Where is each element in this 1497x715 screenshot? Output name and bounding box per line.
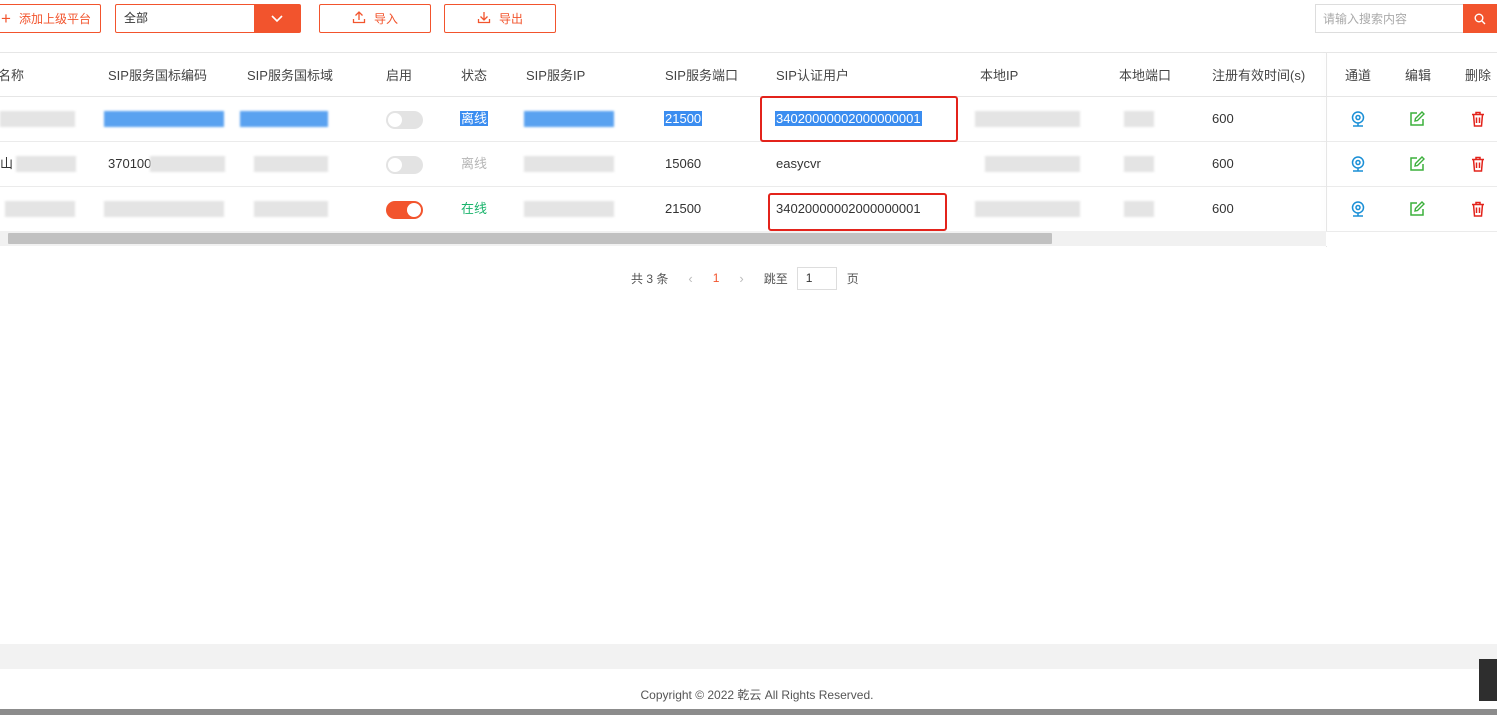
pagination: 共 3 条 ‹ 1 › 跳至 页 [631, 266, 859, 290]
chevron-down-icon[interactable] [254, 5, 300, 32]
footer-divider-bar [0, 644, 1497, 669]
upload-icon [352, 10, 366, 27]
header-local-port: 本地端口 [1119, 68, 1172, 83]
header-sip-domain: SIP服务国标域 [247, 68, 333, 83]
delete-icon[interactable] [1469, 200, 1487, 218]
sip-user: easycvr [776, 156, 821, 171]
highlight-box [760, 96, 958, 142]
table-header: 名称 SIP服务国标编码 SIP服务国标域 启用 状态 SIP服务IP SIP服… [0, 52, 1497, 97]
header-delete: 删除 [1465, 68, 1492, 83]
edit-icon[interactable] [1408, 155, 1426, 173]
pagination-page-suffix: 页 [846, 271, 859, 286]
scrollbar-spacer [1326, 231, 1497, 246]
redacted-sip-domain [254, 201, 328, 217]
redacted-sip-domain [240, 111, 328, 127]
header-channel: 通道 [1345, 68, 1372, 83]
status-text: 离线 [461, 156, 488, 171]
table-row: 山 370100 离线 15060 easycvr 600 [0, 142, 1497, 187]
page-jump-input[interactable] [796, 266, 837, 290]
expire-value: 600 [1212, 156, 1234, 171]
copyright-text: Copyright © 2022 乾云 All Rights Reserved. [640, 688, 874, 702]
edit-icon[interactable] [1408, 200, 1426, 218]
sip-port: 21500 [664, 111, 703, 126]
header-edit: 编辑 [1405, 68, 1432, 83]
plus-icon: + [1, 9, 11, 28]
header-sip-code: SIP服务国标编码 [108, 68, 207, 83]
edit-icon[interactable] [1408, 110, 1426, 128]
enable-toggle[interactable] [386, 156, 423, 174]
redacted-local-port [1124, 201, 1154, 217]
redacted-sip-code [150, 156, 225, 172]
expire-value: 600 [1212, 111, 1234, 126]
table-row: 离线 21500 34020000002000000001 600 [0, 97, 1497, 142]
platform-table: 名称 SIP服务国标编码 SIP服务国标域 启用 状态 SIP服务IP SIP服… [0, 52, 1497, 232]
import-button[interactable]: 导入 [319, 4, 431, 33]
highlight-box [768, 193, 947, 231]
delete-icon[interactable] [1469, 110, 1487, 128]
import-label: 导入 [373, 12, 398, 26]
header-status: 状态 [461, 68, 488, 83]
channel-icon[interactable] [1349, 155, 1367, 173]
header-expire: 注册有效时间(s) [1212, 68, 1306, 83]
redacted-sip-code [104, 111, 224, 127]
export-button[interactable]: 导出 [444, 4, 556, 33]
header-sip-ip: SIP服务IP [526, 68, 586, 83]
header-enable: 启用 [386, 68, 413, 83]
header-sip-user: SIP认证用户 [776, 68, 849, 83]
floating-widget[interactable] [1479, 659, 1497, 701]
sip-port: 21500 [665, 201, 702, 216]
header-name: 名称 [0, 68, 25, 83]
enable-toggle[interactable] [386, 111, 423, 129]
export-label: 导出 [498, 12, 523, 26]
redacted-sip-ip [524, 201, 614, 217]
redacted-sip-ip [524, 111, 614, 127]
toolbar: + 添加上级平台 全部 导入 导出 [0, 0, 1497, 40]
pagination-jump-label: 跳至 [763, 271, 788, 286]
horizontal-scrollbar[interactable] [0, 231, 1326, 246]
delete-icon[interactable] [1469, 155, 1487, 173]
pagination-total: 共 3 条 [631, 271, 669, 286]
filter-select-value: 全部 [124, 11, 149, 25]
redacted-name [0, 111, 75, 127]
redacted-name [5, 201, 75, 217]
scrollbar-thumb[interactable] [8, 233, 1052, 244]
status-text: 离线 [460, 111, 489, 126]
search-input[interactable] [1315, 4, 1463, 33]
search-icon[interactable] [1463, 4, 1497, 33]
header-sip-port: SIP服务端口 [665, 68, 738, 83]
chevron-right-icon[interactable]: › [739, 271, 743, 286]
enable-toggle[interactable] [386, 201, 423, 219]
redacted-local-ip [975, 201, 1080, 217]
download-icon [477, 10, 491, 27]
status-text: 在线 [461, 201, 488, 216]
filter-select[interactable]: 全部 [115, 4, 301, 33]
row-sip-code: 370100 [108, 156, 152, 171]
redacted-sip-domain [254, 156, 328, 172]
redacted-local-port [1124, 111, 1154, 127]
channel-icon[interactable] [1349, 200, 1367, 218]
chevron-left-icon[interactable]: ‹ [688, 271, 692, 286]
redacted-name [16, 156, 76, 172]
expire-value: 600 [1212, 201, 1234, 216]
add-platform-button[interactable]: + 添加上级平台 [0, 4, 101, 33]
redacted-local-ip [985, 156, 1080, 172]
redacted-sip-code [104, 201, 224, 217]
header-local-ip: 本地IP [980, 68, 1019, 83]
fixed-column-divider [1326, 52, 1327, 247]
add-platform-label: 添加上级平台 [18, 12, 91, 26]
table-row: 在线 21500 34020000002000000001 600 [0, 187, 1497, 232]
page-number-current[interactable]: 1 [713, 271, 720, 285]
channel-icon[interactable] [1349, 110, 1367, 128]
search-box [1315, 4, 1497, 33]
sip-port: 15060 [665, 156, 702, 171]
row-name: 山 [0, 156, 14, 171]
bottom-scrollbar [0, 709, 1497, 715]
redacted-sip-ip [524, 156, 614, 172]
redacted-local-ip [975, 111, 1080, 127]
redacted-local-port [1124, 156, 1154, 172]
